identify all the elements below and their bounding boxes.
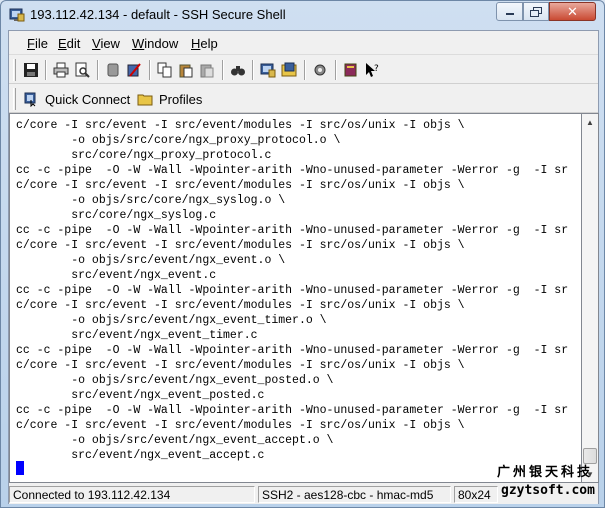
menu-file[interactable]: File — [27, 36, 48, 51]
paste-button[interactable] — [176, 60, 196, 80]
toolbar-separator — [335, 60, 337, 80]
print-icon — [53, 62, 69, 78]
terminal-line: c/core -I src/event -I src/event/modules… — [16, 119, 465, 132]
terminal-line: src/event/ngx_event_posted.c — [16, 389, 265, 402]
close-button[interactable]: ✕ — [549, 2, 596, 21]
terminal-line: cc -c -pipe -O -W -Wall -Wpointer-arith … — [16, 404, 569, 417]
paste-disabled-icon — [200, 64, 214, 78]
terminal-line: cc -c -pipe -O -W -Wall -Wpointer-arith … — [16, 164, 569, 177]
minimize-button[interactable] — [496, 2, 523, 21]
new-file-transfer-icon — [281, 62, 297, 77]
profiles-button[interactable]: Profiles — [137, 88, 202, 110]
new-terminal-button[interactable] — [258, 60, 278, 80]
svg-text:?: ? — [374, 64, 379, 74]
paste-icon — [179, 64, 193, 78]
terminal-line: src/core/ngx_syslog.c — [16, 209, 217, 222]
quick-connect-label: Quick Connect — [45, 91, 131, 107]
menu-help[interactable]: Help — [191, 36, 218, 51]
toolbar-separator — [252, 60, 254, 80]
terminal-line: -o objs/src/core/ngx_proxy_protocol.o \ — [16, 134, 341, 147]
print-preview-icon — [75, 62, 90, 78]
terminal-line: c/core -I src/event -I src/event/modules… — [16, 179, 465, 192]
status-cipher: SSH2 - aes128-cbc - hmac-md5 — [258, 486, 451, 503]
close-icon: ✕ — [567, 3, 578, 19]
folder-icon — [137, 94, 153, 106]
title-bar[interactable]: 193.112.42.134 - default - SSH Secure Sh… — [1, 1, 604, 29]
copy-icon — [157, 62, 172, 78]
copy-button[interactable] — [155, 60, 175, 80]
disconnect-icon — [107, 63, 119, 77]
terminal-line: c/core -I src/event -I src/event/modules… — [16, 239, 465, 252]
toolbar-separator — [149, 60, 151, 80]
new-terminal-icon — [260, 63, 276, 78]
menu-window[interactable]: Window — [132, 36, 178, 51]
help-book-icon — [344, 63, 357, 77]
terminal-line: cc -c -pipe -O -W -Wall -Wpointer-arith … — [16, 284, 569, 297]
ssh-app-icon — [9, 7, 25, 23]
terminal-line: -o objs/src/event/ngx_event.o \ — [16, 254, 286, 267]
menu-bar: File Edit View Window Help — [9, 31, 598, 55]
toolbar-separator — [45, 60, 47, 80]
watermark-url-text: gzytsoft.com — [501, 483, 595, 498]
save-icon — [24, 63, 38, 77]
terminal-line: c/core -I src/event -I src/event/modules… — [16, 419, 465, 432]
settings-button[interactable] — [124, 60, 144, 80]
terminal-line: src/event/ngx_event.c — [16, 269, 217, 282]
paste-disabled-button[interactable] — [197, 60, 217, 80]
whats-this-button[interactable]: ? — [362, 60, 382, 80]
restore-icon — [530, 6, 542, 17]
settings-icon — [127, 63, 141, 77]
scroll-up-arrow[interactable]: ▲ — [582, 114, 598, 130]
print-preview-button[interactable] — [72, 60, 92, 80]
help-button[interactable] — [341, 60, 361, 80]
terminal-line: -o objs/src/core/ngx_syslog.o \ — [16, 194, 286, 207]
terminal-line: src/event/ngx_event_timer.c — [16, 329, 258, 342]
terminal-line: -o objs/src/event/ngx_event_timer.o \ — [16, 314, 327, 327]
profiles-label: Profiles — [159, 91, 203, 107]
terminal-line: c/core -I src/event -I src/event/modules… — [16, 359, 465, 372]
print-button[interactable] — [51, 60, 71, 80]
menu-edit[interactable]: Edit — [58, 36, 80, 51]
menu-view[interactable]: View — [92, 36, 120, 51]
terminal-line: -o objs/src/event/ngx_event_posted.o \ — [16, 374, 334, 387]
watermark-chinese-text: 广州银天科技 — [497, 465, 594, 480]
terminal-line: cc -c -pipe -O -W -Wall -Wpointer-arith … — [16, 344, 569, 357]
find-icon — [231, 66, 245, 76]
terminal-view[interactable]: c/core -I src/event -I src/event/modules… — [9, 113, 582, 483]
terminal-cursor — [16, 461, 24, 475]
terminal-line: src/core/ngx_proxy_protocol.c — [16, 149, 272, 162]
status-connection: Connected to 193.112.42.134 — [9, 486, 255, 503]
watermark: 广州银天科技 gzytsoft.com — [483, 435, 595, 505]
profile-settings-icon — [314, 64, 326, 76]
toolbar-grip[interactable] — [13, 88, 16, 110]
client-area: File Edit View Window Help ? Quick Conne… — [8, 30, 599, 504]
minimize-icon — [505, 12, 514, 15]
toolbar-separator — [304, 60, 306, 80]
whats-this-icon: ? — [366, 63, 379, 77]
new-file-transfer-button[interactable] — [279, 60, 299, 80]
app-window: 193.112.42.134 - default - SSH Secure Sh… — [0, 0, 605, 508]
disconnect-button[interactable] — [103, 60, 123, 80]
terminal-line: cc -c -pipe -O -W -Wall -Wpointer-arith … — [16, 224, 569, 237]
toolbar: ? — [9, 56, 598, 84]
vertical-scrollbar[interactable]: ▲ ▼ — [582, 113, 599, 483]
save-button[interactable] — [21, 60, 41, 80]
toolbar-separator — [222, 60, 224, 80]
profile-settings-button[interactable] — [310, 60, 330, 80]
terminal-output: c/core -I src/event -I src/event/modules… — [16, 118, 568, 463]
terminal-line: c/core -I src/event -I src/event/modules… — [16, 299, 465, 312]
quick-connect-bar: Quick Connect Profiles — [9, 85, 598, 113]
toolbar-grip[interactable] — [13, 59, 16, 81]
quick-connect-button[interactable]: Quick Connect — [23, 88, 130, 110]
window-title: 193.112.42.134 - default - SSH Secure Sh… — [30, 7, 286, 22]
quick-connect-icon — [24, 92, 36, 107]
maximize-button[interactable] — [523, 2, 549, 21]
find-button[interactable] — [228, 60, 248, 80]
toolbar-separator — [97, 60, 99, 80]
